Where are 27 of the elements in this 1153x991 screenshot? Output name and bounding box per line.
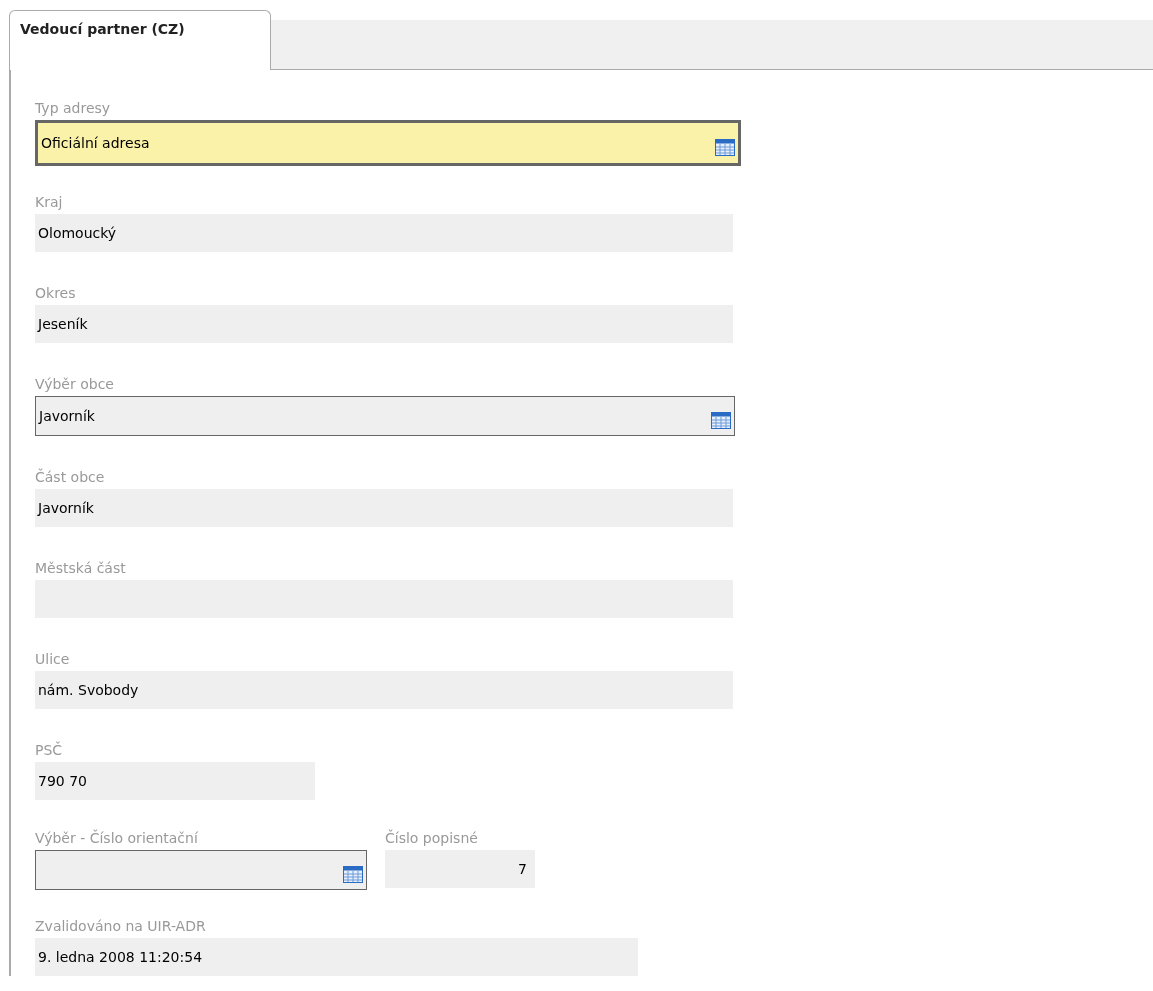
- field-label: Část obce: [35, 467, 106, 487]
- picker-field[interactable]: [35, 850, 367, 890]
- field-label: PSČ: [35, 740, 64, 760]
- field-value: Jeseník: [38, 316, 88, 332]
- field-label: Zvalidováno na UIR-ADR: [35, 917, 207, 936]
- field-value: nám. Svobody: [38, 682, 139, 698]
- field-label: Číslo popisné: [385, 828, 479, 848]
- field-value: 9. ledna 2008 11:20:54: [38, 949, 203, 965]
- field-label: Výběr - Číslo orientační: [35, 828, 199, 848]
- field-value: 790 70: [38, 773, 87, 789]
- field-value: 7: [518, 861, 527, 877]
- field-value: Javorník: [38, 500, 94, 516]
- table-icon[interactable]: [711, 411, 731, 429]
- table-icon[interactable]: [715, 138, 735, 156]
- picker-field[interactable]: Oficiální adresa: [35, 120, 741, 166]
- field-value: Javorník: [39, 408, 95, 424]
- field-label: Kraj: [35, 193, 64, 212]
- field-label: Ulice: [35, 650, 71, 669]
- field-label: Výběr obce: [35, 375, 115, 394]
- field-label: Okres: [35, 284, 77, 303]
- field-label: Typ adresy: [35, 99, 112, 118]
- field-label: Městská část: [35, 559, 127, 578]
- picker-field[interactable]: Javorník: [35, 396, 735, 436]
- table-icon[interactable]: [343, 865, 363, 883]
- field-value: Olomoucký: [38, 225, 117, 241]
- field-value: Oficiální adresa: [41, 135, 150, 151]
- tab[interactable]: Vedoucí partner (CZ): [9, 10, 271, 70]
